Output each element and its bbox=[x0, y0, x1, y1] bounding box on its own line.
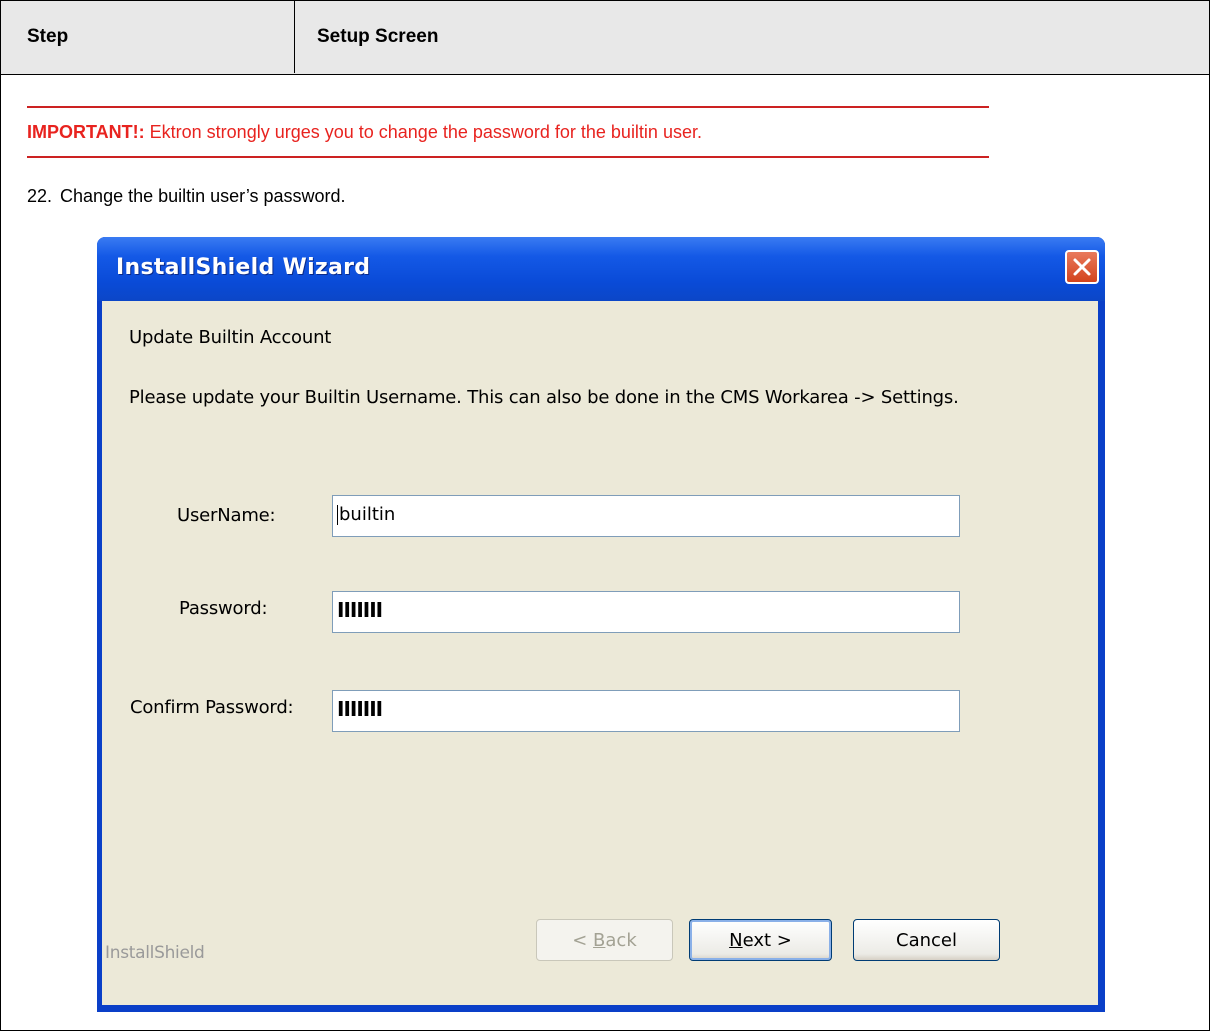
step-text: Change the builtin user’s password. bbox=[60, 186, 346, 206]
important-label: IMPORTANT!: bbox=[27, 122, 145, 142]
table-header-row: Step Setup Screen bbox=[1, 1, 1209, 75]
important-notice: IMPORTANT!: Ektron strongly urges you to… bbox=[27, 122, 702, 143]
back-mnemonic: B bbox=[593, 929, 606, 951]
step-number: 22. bbox=[27, 186, 53, 206]
dialog-titlebar[interactable]: InstallShield Wizard bbox=[97, 237, 1105, 301]
next-mnemonic: N bbox=[729, 929, 743, 951]
next-label-rest: ext bbox=[742, 929, 772, 951]
text-cursor bbox=[337, 505, 338, 525]
confirm-password-value: IIIIIII bbox=[337, 697, 383, 721]
username-input[interactable]: builtin bbox=[332, 495, 960, 537]
username-label: UserName: bbox=[177, 505, 276, 526]
back-prefix: < bbox=[572, 929, 594, 951]
password-value: IIIIIII bbox=[337, 598, 383, 622]
dialog-client-area: Update Builtin Account Please update you… bbox=[102, 301, 1098, 1005]
important-text: Ektron strongly urges you to change the … bbox=[144, 122, 702, 142]
next-button[interactable]: Next > bbox=[689, 919, 832, 961]
username-value: builtin bbox=[339, 504, 396, 525]
step-instruction: 22. Change the builtin user’s password. bbox=[27, 186, 346, 207]
header-setup-screen: Setup Screen bbox=[317, 26, 439, 47]
header-step: Step bbox=[1, 1, 295, 73]
back-button[interactable]: < Back bbox=[536, 919, 673, 961]
dialog-description: Please update your Builtin Username. Thi… bbox=[129, 387, 959, 408]
cancel-button[interactable]: Cancel bbox=[853, 919, 1000, 961]
notice-bottom-rule bbox=[27, 156, 989, 158]
dialog-heading: Update Builtin Account bbox=[129, 327, 332, 348]
dialog-title: InstallShield Wizard bbox=[116, 255, 371, 280]
confirm-password-label: Confirm Password: bbox=[130, 697, 294, 718]
close-button[interactable] bbox=[1065, 250, 1099, 284]
password-label: Password: bbox=[179, 598, 268, 619]
installshield-dialog: InstallShield Wizard Update Builtin Acco… bbox=[97, 237, 1105, 1012]
confirm-password-input[interactable]: IIIIIII bbox=[332, 690, 960, 732]
next-suffix: > bbox=[771, 929, 792, 951]
installshield-brand: InstallShield bbox=[105, 943, 205, 963]
notice-top-rule bbox=[27, 106, 989, 108]
password-input[interactable]: IIIIIII bbox=[332, 591, 960, 633]
back-label-rest: ack bbox=[605, 929, 637, 951]
close-icon bbox=[1073, 258, 1091, 276]
